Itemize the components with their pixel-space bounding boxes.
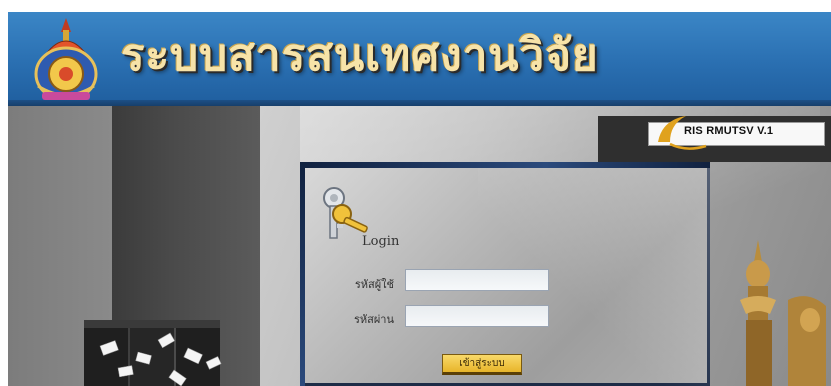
login-page: ระบบสารสนเทศงานวิจัย RIS RMUTSV V.1 Logi… bbox=[8, 12, 831, 386]
username-input[interactable] bbox=[405, 269, 549, 291]
username-label: รหัสผู้ใช้ bbox=[354, 278, 394, 291]
university-seal-icon bbox=[34, 18, 98, 102]
version-text: RIS RMUTSV V.1 bbox=[684, 125, 774, 137]
password-label: รหัสผ่าน bbox=[353, 313, 394, 326]
site-header: ระบบสารสนเทศงานวิจัย bbox=[8, 12, 831, 106]
thai-statue-illustration bbox=[740, 240, 826, 386]
server-documents-illustration bbox=[84, 320, 222, 386]
login-panel-top-border bbox=[300, 162, 710, 168]
login-panel-left-border bbox=[300, 162, 305, 386]
password-input[interactable] bbox=[405, 305, 549, 327]
site-title: ระบบสารสนเทศงานวิจัย bbox=[121, 30, 599, 81]
login-heading: Login bbox=[362, 234, 400, 249]
login-button[interactable]: เข้าสู่ระบบ bbox=[442, 354, 522, 375]
